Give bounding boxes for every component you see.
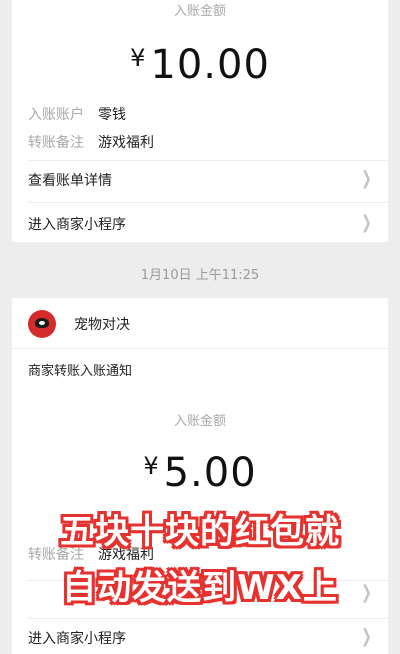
merchant-avatar-icon[interactable] [28, 310, 56, 338]
chevron-right-icon: ❯ [361, 626, 372, 647]
transfer-card-1: 入账金额 ¥10.00 入账账户 零钱 转账备注 游戏福利 查看账单详情 ❯ 进入商… [12, 0, 388, 242]
amount-number: 5.00 [163, 450, 257, 496]
chevron-right-icon: ❯ [361, 212, 372, 233]
divider [28, 202, 388, 203]
divider [28, 618, 388, 619]
account-value: 零钱 [98, 107, 126, 123]
amount-value: ¥5.00 [12, 450, 388, 496]
enter-mini-program-row[interactable]: 进入商家小程序 [28, 628, 372, 652]
note-row: 转账备注 游戏福利 [28, 132, 154, 152]
view-bill-details-row[interactable]: 查看账单详情 [28, 170, 372, 194]
account-label: 入账账户 [28, 107, 84, 123]
chevron-right-icon: ❯ [361, 168, 372, 189]
caption-line-1: 五块十块的红包就 [60, 512, 340, 552]
amount-label: 入账金额 [173, 414, 226, 429]
view-bill-details-label: 查看账单详情 [28, 173, 112, 189]
amount-value: ¥10.00 [12, 42, 388, 88]
note-label: 转账备注 [28, 135, 84, 151]
enter-mini-program-label: 进入商家小程序 [28, 631, 126, 647]
divider [28, 160, 388, 161]
divider [12, 348, 388, 349]
enter-mini-program-row[interactable]: 进入商家小程序 [28, 214, 372, 238]
caption-line-2: 自动发送到WX上 [62, 568, 338, 608]
amount-number: 10.00 [150, 42, 270, 88]
currency-symbol: ¥ [130, 44, 147, 72]
enter-mini-program-label: 进入商家小程序 [28, 217, 126, 233]
currency-symbol: ¥ [143, 452, 160, 480]
message-timestamp: 1月10日 上午11:25 [140, 268, 260, 283]
note-value: 游戏福利 [98, 135, 154, 151]
amount-label: 入账金额 [173, 4, 226, 19]
account-row: 入账账户 零钱 [28, 104, 126, 124]
merchant-name[interactable]: 宠物对决 [74, 314, 130, 334]
notice-title: 商家转账入账通知 [28, 364, 133, 379]
